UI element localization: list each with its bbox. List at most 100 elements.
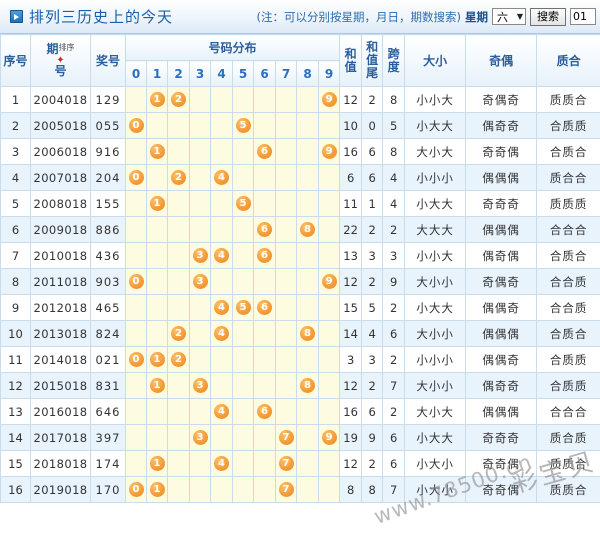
row-parity: 偶偶偶 (465, 216, 538, 243)
digit-cell-7 (275, 346, 297, 373)
digit-cell-5 (232, 372, 254, 399)
row-award: 204 (90, 164, 126, 191)
number-ball: 1 (149, 92, 165, 107)
row-prime: 质合质 (536, 424, 600, 451)
digit-cell-0: 0 (125, 346, 147, 373)
digit-cell-6 (253, 320, 276, 347)
row-index: 10 (0, 320, 31, 347)
digit-cell-1 (146, 398, 168, 425)
digit-cell-7 (275, 398, 297, 425)
digit-cell-2 (167, 268, 190, 295)
row-span: 2 (382, 398, 406, 425)
row-index: 7 (0, 242, 31, 269)
row-size: 小大大 (404, 294, 467, 321)
row-prime: 合质质 (536, 112, 600, 139)
col-span: 跨度 (382, 34, 406, 87)
number-ball: 4 (214, 300, 229, 315)
row-span: 2 (382, 346, 406, 373)
row-issue: 2010018 (30, 242, 91, 269)
row-span: 2 (382, 294, 406, 321)
row-parity: 偶偶偶 (465, 320, 538, 347)
row-size: 小大小 (404, 476, 467, 503)
row-size: 小大小 (404, 450, 467, 477)
row-span: 8 (382, 138, 406, 165)
table-row[interactable]: 13 2016018 646 4 6 16 6 2 大小大 偶偶偶 合合合 (0, 398, 600, 425)
col-index: 序号 (0, 34, 31, 87)
digit-cell-6: 6 (253, 242, 276, 269)
row-issue: 2009018 (30, 216, 91, 243)
digit-cell-2 (167, 450, 190, 477)
issue-input[interactable]: 01 (570, 8, 596, 25)
digit-cell-0: 0 (125, 164, 147, 191)
row-prime: 合质质 (536, 372, 600, 399)
row-prime: 质质合 (536, 450, 600, 477)
digit-cell-3 (189, 190, 211, 217)
table-row[interactable]: 9 2012018 465 4 5 6 15 5 2 小大大 偶偶奇 合合质 (0, 294, 600, 321)
digit-cell-5 (232, 164, 254, 191)
digit-cell-7: 7 (275, 476, 297, 503)
table-row[interactable]: 10 2013018 824 2 4 8 14 4 6 大小小 偶偶偶 合质合 (0, 320, 600, 347)
row-size: 小小小 (404, 164, 467, 191)
number-ball: 5 (235, 196, 251, 211)
number-ball: 3 (192, 378, 208, 393)
table-row[interactable]: 16 2019018 170 0 1 7 8 8 7 小大小 奇奇偶 质质合 (0, 476, 600, 503)
digit-cell-1 (146, 216, 168, 243)
table-row[interactable]: 4 2007018 204 0 2 4 6 6 4 小小小 偶偶偶 质合合 (0, 164, 600, 191)
row-award: 903 (90, 268, 126, 295)
digit-cell-7 (275, 294, 297, 321)
table-row[interactable]: 5 2008018 155 1 5 11 1 4 小大大 奇奇奇 质质质 (0, 190, 600, 217)
table-row[interactable]: 2 2005018 055 0 5 10 0 5 小大大 偶奇奇 合质质 (0, 112, 600, 139)
digit-cell-9: 9 (317, 268, 341, 295)
table-row[interactable]: 7 2010018 436 3 4 6 13 3 3 小小大 偶奇偶 合质合 (0, 242, 600, 269)
number-ball: 6 (257, 404, 272, 419)
row-span: 6 (382, 450, 406, 477)
digit-cell-4: 4 (210, 450, 233, 477)
table-row[interactable]: 12 2015018 831 1 3 8 12 2 7 大小小 偶奇奇 合质质 (0, 372, 600, 399)
page-header: 排列三历史上的今天 (注：可以分别按星期，月日，期数搜索) 星期 六 ▼ 搜索 … (0, 0, 600, 34)
number-ball: 1 (149, 456, 165, 471)
table-body: 1 2004018 129 1 2 9 12 2 8 小小大 奇偶奇 质质合 2 2005018 055 0 5… (0, 86, 600, 503)
row-sum-tail: 2 (361, 216, 384, 243)
digit-cell-5 (232, 216, 254, 243)
table-row[interactable]: 14 2017018 397 3 7 9 19 9 6 小大大 奇奇奇 质合质 (0, 424, 600, 451)
number-ball: 6 (257, 248, 272, 263)
row-award: 021 (90, 346, 126, 373)
number-ball: 0 (128, 170, 144, 185)
row-sum: 12 (339, 268, 363, 295)
row-index: 2 (0, 112, 31, 139)
table-row[interactable]: 6 2009018 886 6 8 22 2 2 大大大 偶偶偶 合合合 (0, 216, 600, 243)
week-select[interactable]: 六 ▼ (492, 8, 526, 25)
digit-cell-6 (253, 268, 276, 295)
digit-cell-9 (317, 346, 341, 373)
table-row[interactable]: 15 2018018 174 1 4 7 12 2 6 小大小 奇奇偶 质质合 (0, 450, 600, 477)
search-button[interactable]: 搜索 (530, 7, 566, 26)
digit-cell-1: 1 (146, 190, 168, 217)
digit-cell-3 (189, 86, 211, 113)
row-parity: 奇奇偶 (465, 476, 538, 503)
table-row[interactable]: 11 2014018 021 0 1 2 3 3 2 小小小 偶偶奇 合质质 (0, 346, 600, 373)
number-ball: 9 (321, 92, 337, 107)
table-row[interactable]: 8 2011018 903 0 3 9 12 2 9 大小小 奇偶奇 合合质 (0, 268, 600, 295)
col-digit-8: 8 (296, 60, 319, 87)
row-issue: 2006018 (30, 138, 91, 165)
number-ball: 7 (278, 456, 294, 471)
col-issue[interactable]: 期排序 ✦ 号 (30, 34, 91, 87)
col-issue-label2: 号 (54, 64, 67, 78)
digit-cell-9 (317, 476, 341, 503)
table-row[interactable]: 1 2004018 129 1 2 9 12 2 8 小小大 奇偶奇 质质合 (0, 86, 600, 113)
row-parity: 偶偶奇 (465, 294, 538, 321)
row-prime: 质质合 (536, 86, 600, 113)
row-award: 055 (90, 112, 126, 139)
col-digit-5: 5 (232, 60, 254, 87)
digit-cell-8 (296, 86, 319, 113)
row-award: 397 (90, 424, 126, 451)
digit-cell-1: 1 (146, 138, 168, 165)
row-award: 174 (90, 450, 126, 477)
col-digit-6: 6 (253, 60, 276, 87)
digit-cell-5 (232, 320, 254, 347)
digit-cell-2: 2 (167, 86, 190, 113)
col-digit-2: 2 (167, 60, 190, 87)
digit-cell-2 (167, 112, 190, 139)
digit-cell-7: 7 (275, 450, 297, 477)
table-row[interactable]: 3 2006018 916 1 6 9 16 6 8 大小大 奇奇偶 合质合 (0, 138, 600, 165)
